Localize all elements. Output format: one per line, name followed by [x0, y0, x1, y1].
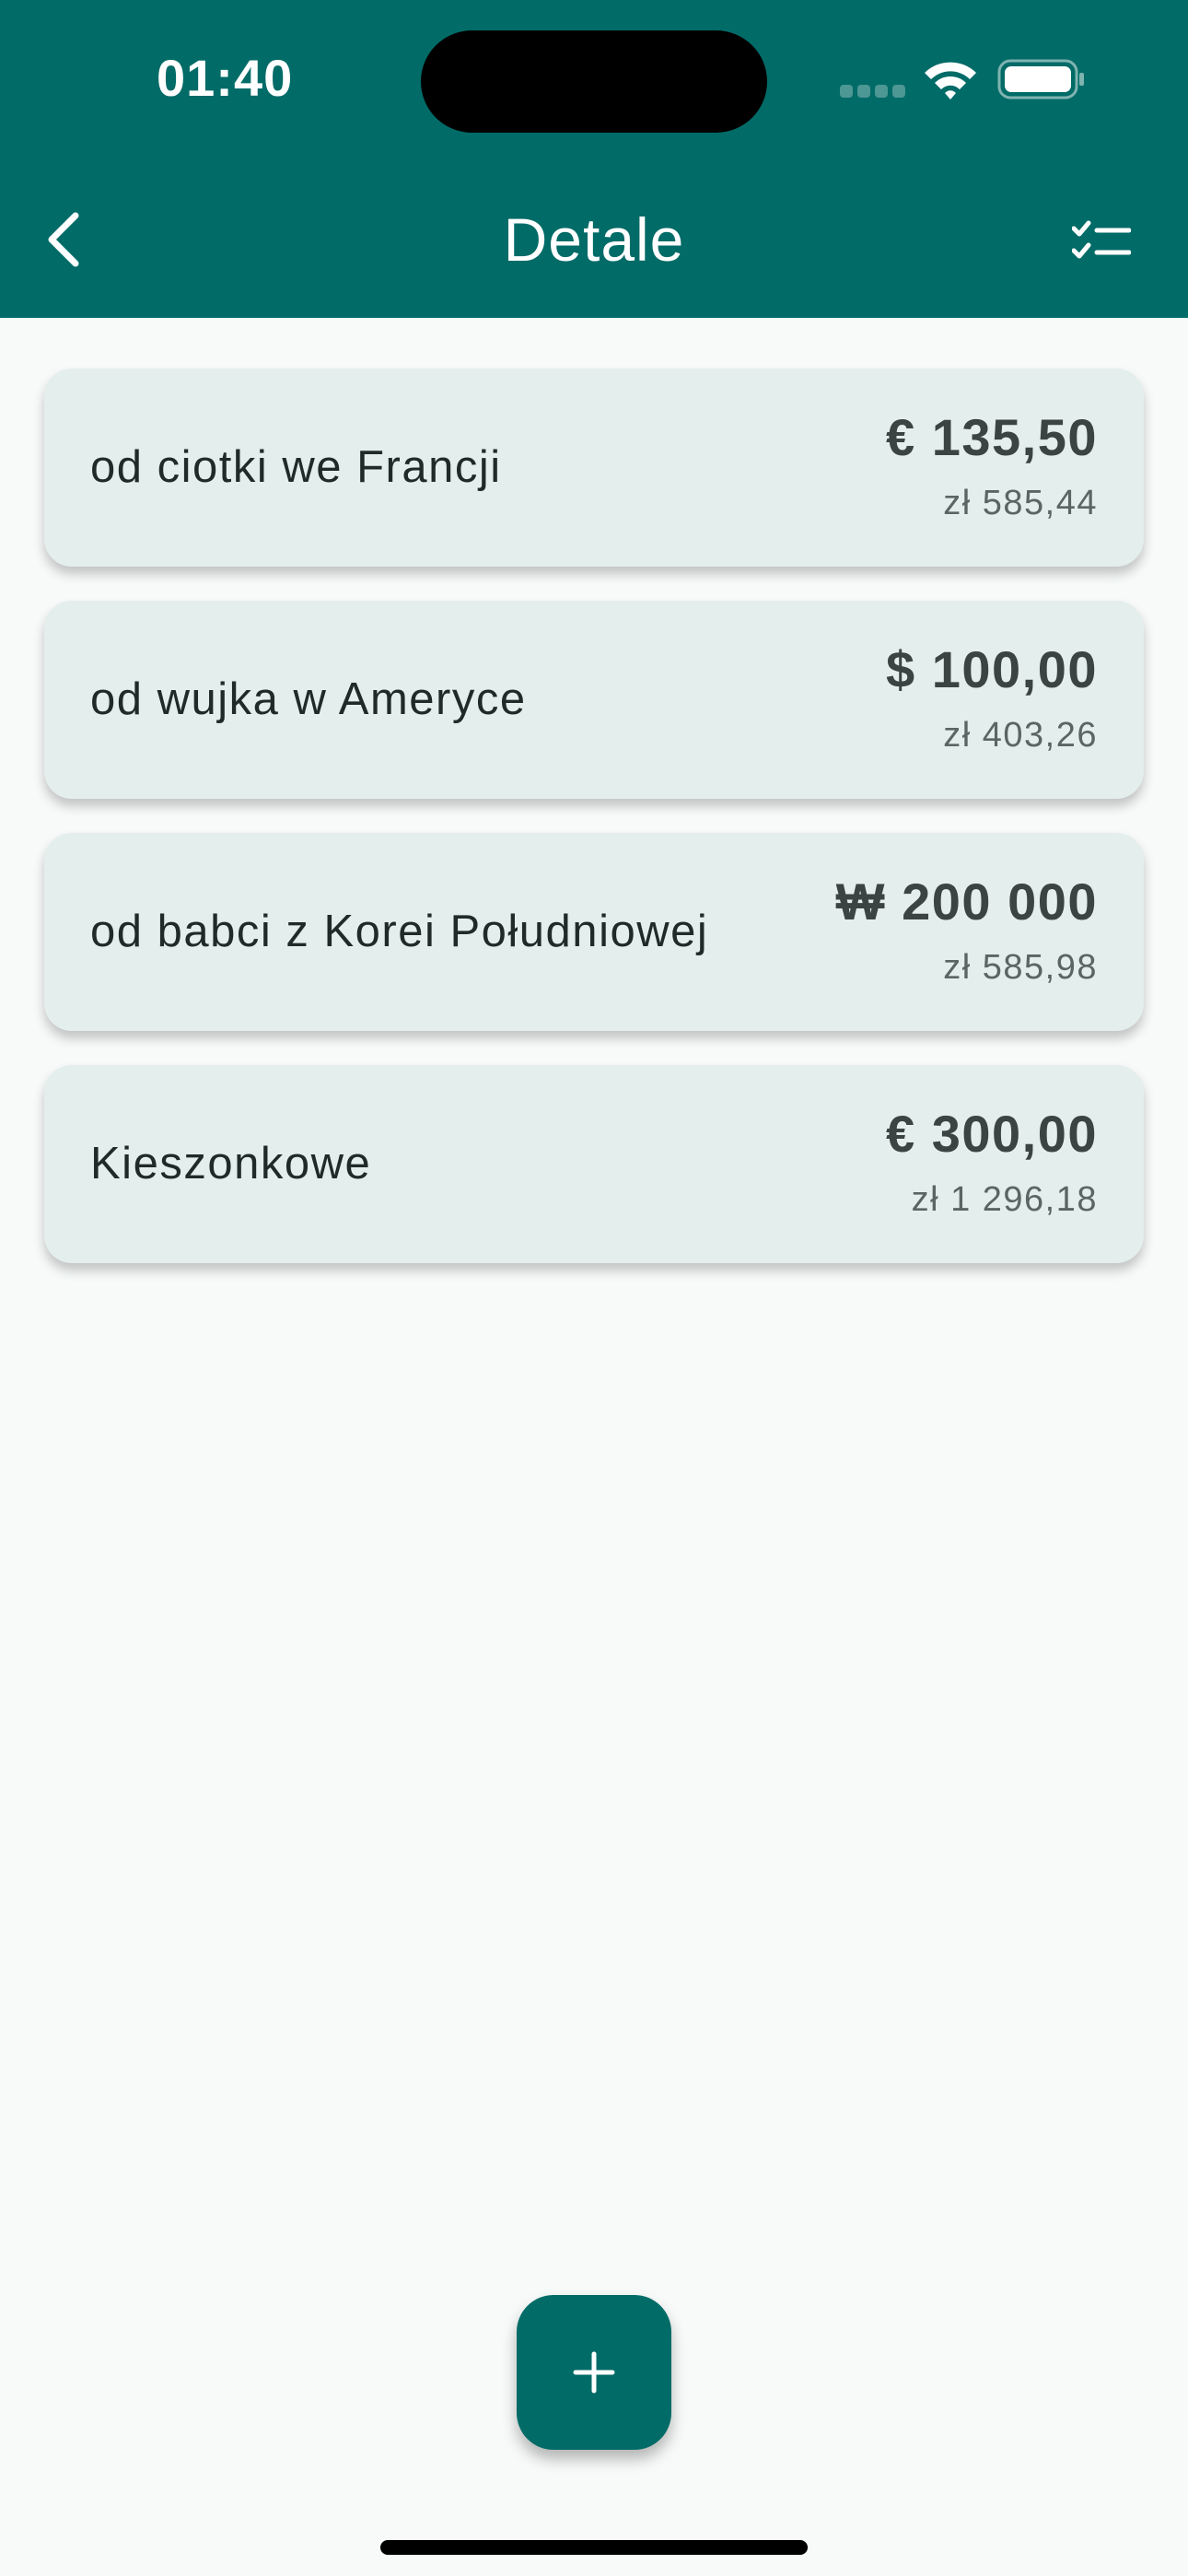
home-indicator [380, 2540, 808, 2555]
entry-label: od babci z Korei Południowej [90, 907, 709, 956]
checklist-icon [1072, 220, 1131, 259]
entry-card[interactable]: od babci z Korei Południowej ₩ 200 000 z… [44, 833, 1144, 1031]
entry-label: od wujka w Ameryce [90, 674, 527, 724]
status-bar-time: 01:40 [157, 49, 294, 107]
entry-converted-amount: zł 585,98 [943, 948, 1098, 987]
entry-amount: € 300,00 [886, 1105, 1098, 1163]
entry-converted-amount: zł 585,44 [943, 484, 1098, 522]
entry-label: od ciotki we Francji [90, 442, 502, 492]
plus-icon [573, 2351, 615, 2394]
app-header: 01:40 Detale [0, 0, 1188, 318]
entry-amount: € 135,50 [886, 408, 1098, 466]
entry-card[interactable]: Kieszonkowe € 300,00 zł 1 296,18 [44, 1065, 1144, 1263]
wifi-icon [925, 62, 976, 100]
entry-converted-amount: zł 403,26 [943, 716, 1098, 755]
checklist-button[interactable] [1059, 203, 1144, 280]
add-entry-button[interactable] [517, 2295, 671, 2450]
entry-card[interactable]: od wujka w Ameryce $ 100,00 zł 403,26 [44, 601, 1144, 799]
entries-list: od ciotki we Francji € 135,50 zł 585,44 … [44, 369, 1144, 1297]
entry-amount: $ 100,00 [886, 640, 1098, 698]
entry-label: Kieszonkowe [90, 1139, 372, 1188]
entry-card[interactable]: od ciotki we Francji € 135,50 zł 585,44 [44, 369, 1144, 567]
dynamic-island [421, 30, 767, 133]
entry-converted-amount: zł 1 296,18 [911, 1180, 1098, 1219]
cellular-signal-icon [840, 85, 906, 98]
battery-icon [997, 59, 1084, 100]
page-title: Detale [503, 205, 685, 274]
entry-amount: ₩ 200 000 [835, 872, 1098, 931]
